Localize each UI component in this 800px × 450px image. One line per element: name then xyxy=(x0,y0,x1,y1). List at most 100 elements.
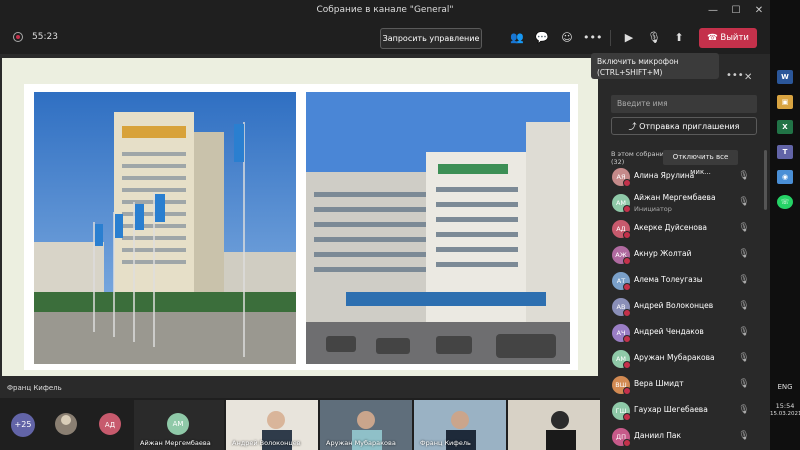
avatar: АЖ xyxy=(612,246,631,265)
avatar: ДП xyxy=(612,428,631,447)
participant-name: Аружан Мубаракова xyxy=(634,353,715,362)
video-tile[interactable]: АМ Айжан Мергембаева xyxy=(134,400,224,450)
participant-row[interactable]: АВ Андрей Волоконцев 🎙 xyxy=(606,294,764,320)
more-actions-icon[interactable]: ••• xyxy=(583,29,602,47)
participant-row[interactable]: АМ Айжан Мергембаева Инициатор 🎙 xyxy=(606,190,764,216)
participant-row[interactable]: АТ Алема Толеугазы 🎙 xyxy=(606,268,764,294)
send-invite-button[interactable]: ⤴ Отправка приглашения xyxy=(611,117,757,135)
participant-search-input[interactable]: Введите имя xyxy=(611,95,757,113)
presenter-name-label: Франц Кифель xyxy=(4,382,65,394)
clock-date[interactable]: 15.03.2021 xyxy=(770,411,800,417)
status-dot xyxy=(623,413,631,421)
tile-label: Аружан Мубаракова xyxy=(326,439,396,447)
video-tile[interactable] xyxy=(508,400,600,450)
mic-muted-icon: 🎙 xyxy=(738,379,750,389)
chat-icon[interactable]: 💬 xyxy=(533,29,551,47)
reactions-icon[interactable]: ☺ xyxy=(558,29,576,47)
building-photo-right xyxy=(306,92,570,364)
word-app-icon[interactable]: W xyxy=(777,70,793,84)
camera-icon[interactable]: ▶ xyxy=(620,29,638,47)
avatar: АМ xyxy=(612,350,631,369)
tile-label: Франц Кифель xyxy=(420,439,471,447)
video-tile[interactable]: Аружан Мубаракова xyxy=(320,400,412,450)
participant-row[interactable]: ДП Даниил Пак 🎙 xyxy=(606,424,764,450)
leave-button[interactable]: ☎ Выйти xyxy=(699,28,757,48)
video-tile[interactable]: АД xyxy=(92,400,128,450)
panel-close-icon[interactable]: ✕ xyxy=(744,72,752,83)
leave-label: Выйти xyxy=(720,33,749,43)
shared-content-stage xyxy=(0,54,600,398)
maximize-button[interactable]: ☐ xyxy=(726,3,746,19)
participant-name: Алема Толеугазы xyxy=(634,275,703,284)
mic-muted-icon: 🎙 xyxy=(738,223,750,233)
avatar: АД xyxy=(612,220,631,239)
mic-muted-icon: 🎙 xyxy=(738,353,750,363)
participant-row[interactable]: АЖ Акнур Жолтай 🎙 xyxy=(606,242,764,268)
mic-muted-icon: 🎙 xyxy=(738,327,750,337)
participant-role: Инициатор xyxy=(634,205,672,213)
status-dot xyxy=(623,257,631,265)
building-photo-left xyxy=(34,92,296,364)
participant-row[interactable]: ВШ Вера Шмидт 🎙 xyxy=(606,372,764,398)
video-tile[interactable]: Франц Кифель xyxy=(414,400,506,450)
share-link-icon: ⤴ xyxy=(628,122,637,131)
language-indicator[interactable]: ENG xyxy=(770,383,800,391)
participant-row[interactable]: ГШ Гаухар Шегебаева 🎙 xyxy=(606,398,764,424)
tooltip-line1: Включить микрофон xyxy=(597,57,679,66)
meeting-timer: 55:23 xyxy=(32,32,58,42)
participant-name: Даниил Пак xyxy=(634,431,682,440)
whatsapp-app-icon[interactable]: ☏ xyxy=(777,195,793,209)
status-dot xyxy=(623,439,631,447)
participant-name: Акерке Дуйсенова xyxy=(634,223,707,232)
recording-icon xyxy=(13,32,23,42)
mic-muted-icon: 🎙 xyxy=(738,171,750,181)
minimize-button[interactable]: — xyxy=(703,3,723,19)
excel-app-icon[interactable]: X xyxy=(777,120,793,134)
participant-row[interactable]: АМ Аружан Мубаракова 🎙 xyxy=(606,346,764,372)
mute-all-button[interactable]: Отключить все мик... xyxy=(663,150,738,176)
mic-muted-icon: 🎙 xyxy=(738,275,750,285)
mic-muted-icon: 🎙 xyxy=(738,249,750,259)
status-dot xyxy=(623,283,631,291)
slide-content xyxy=(24,84,578,370)
clock-time[interactable]: 15:54 xyxy=(770,402,800,410)
tile-label: Андрей Волоконцев xyxy=(232,439,301,447)
participants-icon[interactable]: 👥 xyxy=(508,29,526,47)
avatar: АЧ xyxy=(612,324,631,343)
participant-name: Вера Шмидт xyxy=(634,379,684,388)
mic-off-icon[interactable]: 🎙 xyxy=(645,29,663,47)
status-dot xyxy=(623,387,631,395)
status-dot xyxy=(623,361,631,369)
participant-name: Айжан Мергембаева xyxy=(634,193,716,202)
participant-row[interactable]: АЧ Андрей Чендаков 🎙 xyxy=(606,320,764,346)
participant-name: Андрей Волоконцев xyxy=(634,301,714,310)
teams-app-icon[interactable]: T xyxy=(777,145,793,159)
mic-muted-icon: 🎙 xyxy=(738,301,750,311)
panel-more-icon[interactable]: ••• xyxy=(726,70,744,81)
shared-slide xyxy=(2,58,598,376)
video-tile[interactable]: Андрей Волоконцев xyxy=(226,400,318,450)
close-window-button[interactable]: ✕ xyxy=(749,3,769,19)
video-tile[interactable] xyxy=(48,400,84,450)
more-participants-button[interactable]: +25 xyxy=(11,413,35,437)
participant-name: Алина Ярулина xyxy=(634,171,695,180)
tooltip-line2: (CTRL+SHIFT+M) xyxy=(597,68,663,77)
panel-scrollbar[interactable] xyxy=(764,150,767,210)
participant-row[interactable]: АД Акерке Дуйсенова 🎙 xyxy=(606,216,764,242)
participant-row[interactable]: АЯ Алина Ярулина 🎙 xyxy=(606,164,764,190)
explorer-app-icon[interactable]: ▣ xyxy=(777,95,793,109)
status-dot xyxy=(623,231,631,239)
chrome-app-icon[interactable]: ◉ xyxy=(777,170,793,184)
tile-label: Айжан Мергембаева xyxy=(140,439,211,447)
mic-muted-icon: 🎙 xyxy=(738,431,750,441)
avatar: АВ xyxy=(612,298,631,317)
toolbar-divider xyxy=(610,30,611,46)
share-screen-icon[interactable]: ⬆ xyxy=(670,29,688,47)
request-control-button[interactable]: Запросить управление xyxy=(380,28,482,49)
participant-name: Гаухар Шегебаева xyxy=(634,405,708,414)
avatar: АТ xyxy=(612,272,631,291)
participant-list: АЯ Алина Ярулина 🎙 АМ Айжан Мергембаева … xyxy=(606,164,764,450)
mic-muted-icon: 🎙 xyxy=(738,197,750,207)
send-invite-label: Отправка приглашения xyxy=(639,122,740,131)
status-dot xyxy=(623,205,631,213)
